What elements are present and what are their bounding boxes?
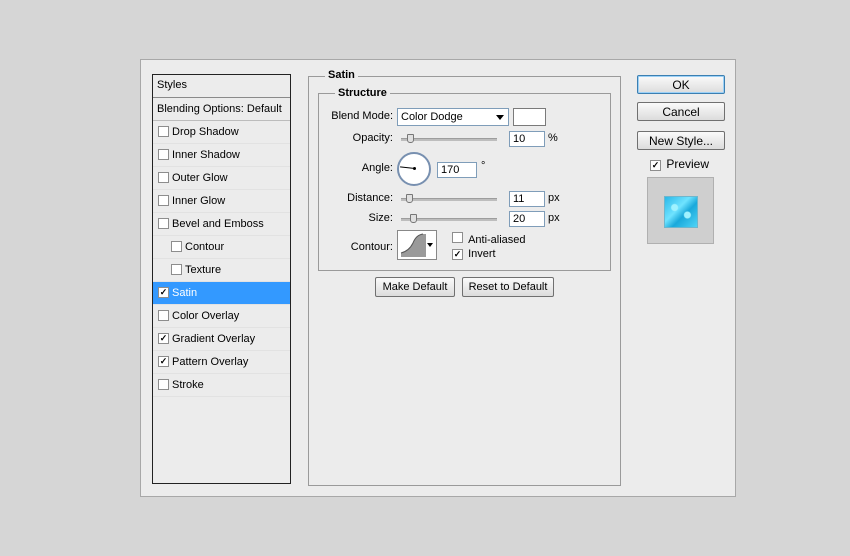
- blending-options-item[interactable]: Blending Options: Default: [153, 98, 290, 121]
- distance-unit: px: [548, 192, 560, 204]
- size-unit: px: [548, 212, 560, 224]
- satin-checkbox[interactable]: [158, 287, 169, 298]
- style-item-label: Bevel and Emboss: [172, 218, 264, 230]
- preview-checkbox[interactable]: [650, 160, 661, 171]
- opacity-unit: %: [548, 132, 558, 144]
- invert-checkbox[interactable]: [452, 249, 463, 260]
- invert-option[interactable]: Invert: [452, 248, 496, 260]
- style-item-label: Stroke: [172, 379, 204, 391]
- style-item-label: Gradient Overlay: [172, 333, 256, 345]
- anti-aliased-checkbox[interactable]: [452, 232, 463, 243]
- style-item-pattern-overlay[interactable]: Pattern Overlay: [153, 351, 290, 374]
- distance-slider[interactable]: [401, 194, 497, 204]
- stroke-checkbox[interactable]: [158, 379, 169, 390]
- new-style-button[interactable]: New Style...: [637, 131, 725, 150]
- angle-label: Angle:: [361, 162, 393, 174]
- bevel-emboss-checkbox[interactable]: [158, 218, 169, 229]
- style-item-inner-glow[interactable]: Inner Glow: [153, 190, 290, 213]
- size-label: Size:: [368, 212, 393, 224]
- style-item-label: Color Overlay: [172, 310, 240, 322]
- style-item-label: Pattern Overlay: [172, 356, 249, 368]
- styles-header[interactable]: Styles: [153, 75, 290, 98]
- style-item-label: Outer Glow: [172, 172, 228, 184]
- chevron-down-icon: [427, 243, 433, 247]
- slider-track: [401, 198, 497, 201]
- make-default-button[interactable]: Make Default: [375, 277, 455, 297]
- slider-thumb[interactable]: [406, 194, 413, 203]
- satin-title: Satin: [325, 69, 358, 81]
- style-item-label: Inner Shadow: [172, 149, 240, 161]
- style-item-satin[interactable]: Satin: [153, 282, 290, 305]
- style-item-outer-glow[interactable]: Outer Glow: [153, 167, 290, 190]
- cancel-button[interactable]: Cancel: [637, 102, 725, 121]
- style-item-label: Texture: [185, 264, 222, 276]
- gradient-overlay-checkbox[interactable]: [158, 333, 169, 344]
- distance-field[interactable]: 11: [509, 191, 545, 207]
- angle-field[interactable]: 170: [437, 162, 477, 178]
- structure-group: Structure Blend Mode: Color Dodge Opacit…: [318, 87, 611, 271]
- invert-label: Invert: [468, 248, 496, 260]
- anti-aliased-label: Anti-aliased: [468, 234, 526, 246]
- reset-to-default-button[interactable]: Reset to Default: [462, 277, 554, 297]
- chevron-down-icon: [496, 115, 504, 120]
- size-field[interactable]: 20: [509, 211, 545, 227]
- style-item-label: Drop Shadow: [172, 126, 239, 138]
- ok-button[interactable]: OK: [637, 75, 725, 94]
- style-item-color-overlay[interactable]: Color Overlay: [153, 305, 290, 328]
- outer-glow-checkbox[interactable]: [158, 172, 169, 183]
- slider-thumb[interactable]: [407, 134, 414, 143]
- blend-color-swatch[interactable]: [513, 108, 546, 126]
- slider-thumb[interactable]: [410, 214, 417, 223]
- size-slider[interactable]: [401, 214, 497, 224]
- style-item-drop-shadow[interactable]: Drop Shadow: [153, 121, 290, 144]
- texture-checkbox[interactable]: [171, 264, 182, 275]
- angle-center: [413, 167, 416, 170]
- style-item-texture[interactable]: Texture: [153, 259, 290, 282]
- structure-title: Structure: [335, 87, 390, 99]
- preview-label: Preview: [666, 157, 710, 171]
- style-item-label: Contour: [185, 241, 225, 253]
- drop-shadow-checkbox[interactable]: [158, 126, 169, 137]
- style-item-contour[interactable]: Contour: [153, 236, 290, 259]
- style-item-stroke[interactable]: Stroke: [153, 374, 290, 397]
- color-overlay-checkbox[interactable]: [158, 310, 169, 321]
- anti-aliased-option[interactable]: Anti-aliased: [452, 232, 526, 246]
- satin-group: Satin Structure Blend Mode: Color Dodge …: [308, 69, 621, 486]
- style-item-label: Satin: [172, 287, 198, 299]
- style-item-label: Inner Glow: [172, 195, 226, 207]
- slider-track: [401, 138, 497, 141]
- style-item-inner-shadow[interactable]: Inner Shadow: [153, 144, 290, 167]
- pattern-overlay-checkbox[interactable]: [158, 356, 169, 367]
- layer-style-dialog: Styles Blending Options: Default Drop Sh…: [140, 59, 736, 497]
- opacity-field[interactable]: 10: [509, 131, 545, 147]
- contour-label: Contour:: [350, 241, 393, 253]
- contour-checkbox[interactable]: [171, 241, 182, 252]
- opacity-label: Opacity:: [352, 132, 393, 144]
- styles-list: Styles Blending Options: Default Drop Sh…: [152, 74, 291, 484]
- style-item-bevel-emboss[interactable]: Bevel and Emboss: [153, 213, 290, 236]
- blend-mode-select[interactable]: Color Dodge: [397, 108, 509, 126]
- style-item-gradient-overlay[interactable]: Gradient Overlay: [153, 328, 290, 351]
- angle-unit: °: [481, 160, 486, 172]
- blend-mode-label: Blend Mode:: [331, 110, 393, 122]
- contour-curve-icon: [400, 233, 426, 257]
- preview-option[interactable]: Preview: [650, 157, 709, 171]
- preview-thumbnail: [647, 177, 714, 244]
- blend-mode-value: Color Dodge: [401, 111, 463, 123]
- preview-swatch: [664, 196, 698, 228]
- inner-shadow-checkbox[interactable]: [158, 149, 169, 160]
- distance-label: Distance:: [347, 192, 393, 204]
- angle-dial[interactable]: [397, 152, 431, 186]
- inner-glow-checkbox[interactable]: [158, 195, 169, 206]
- opacity-slider[interactable]: [401, 134, 497, 144]
- contour-picker[interactable]: [397, 230, 437, 260]
